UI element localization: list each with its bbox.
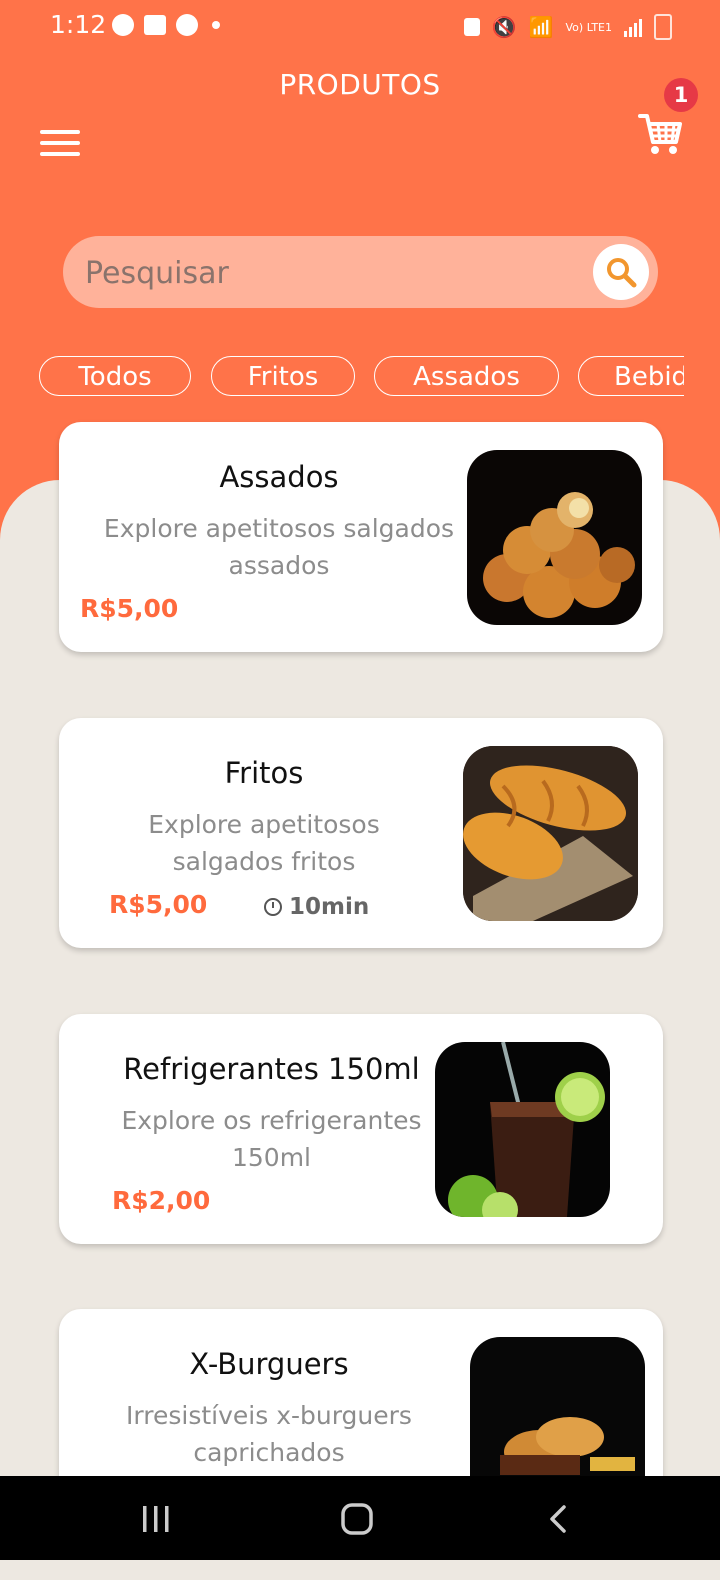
signal-icon — [624, 17, 642, 37]
wifi-icon: 📶 — [528, 15, 554, 39]
recent-apps-button[interactable] — [140, 1504, 172, 1534]
battery-icon — [654, 14, 672, 40]
product-description: Explore apetitosos salgados assados — [103, 514, 455, 580]
chip-todos[interactable]: Todos — [39, 356, 191, 396]
back-button[interactable] — [546, 1504, 570, 1534]
product-image — [467, 450, 642, 625]
mute-icon: 🔇 — [491, 15, 517, 39]
network-label: Vo) LTE1 — [565, 20, 612, 34]
more-notifications-icon — [212, 21, 220, 29]
app-notification-icon — [112, 14, 134, 36]
chip-bebidas[interactable]: Bebidas — [578, 356, 684, 396]
status-time: 1:12 — [50, 10, 107, 39]
product-name: Refrigerantes 150ml — [123, 1052, 420, 1086]
product-price: R$2,00 — [112, 1186, 211, 1215]
search-input[interactable] — [83, 246, 567, 300]
menu-icon — [40, 130, 80, 134]
page-title: PRODUTOS — [279, 68, 441, 101]
search-button[interactable] — [593, 244, 649, 300]
product-card-assados[interactable]: Assados Explore apetitosos salgados assa… — [59, 422, 663, 652]
product-name: Assados — [219, 460, 339, 494]
product-name: Fritos — [224, 756, 304, 790]
clock-icon — [264, 898, 282, 916]
product-card-fritos[interactable]: Fritos Explore apetitosos salgados frito… — [59, 718, 663, 948]
product-image — [463, 746, 638, 921]
product-description: Irresistíveis x-burguers caprichados — [126, 1401, 412, 1467]
product-card-refrigerantes[interactable]: Refrigerantes 150ml Explore os refrigera… — [59, 1014, 663, 1244]
product-name: X-Burguers — [189, 1347, 349, 1381]
chip-assados[interactable]: Assados — [374, 356, 559, 396]
product-description: Explore apetitosos salgados fritos — [148, 810, 380, 876]
cart-count-badge: 1 — [664, 78, 698, 112]
cart-icon — [638, 114, 682, 154]
category-chips: Todos Fritos Assados Bebidas — [39, 356, 684, 400]
prep-time: 10min — [263, 894, 369, 920]
home-button[interactable] — [340, 1502, 374, 1536]
product-price: R$5,00 — [80, 594, 179, 623]
system-nav-bar — [0, 1476, 720, 1560]
cart-button[interactable] — [636, 110, 684, 158]
gallery-notification-icon — [144, 15, 166, 35]
chip-fritos[interactable]: Fritos — [211, 356, 355, 396]
search-bar — [63, 236, 658, 308]
product-description: Explore os refrigerantes 150ml — [121, 1106, 422, 1172]
search-icon — [607, 258, 637, 288]
product-image — [435, 1042, 610, 1217]
menu-button[interactable] — [40, 130, 80, 160]
status-bar: 1:12 🔇 📶 Vo) LTE1 — [0, 0, 720, 52]
alarm-icon — [463, 18, 480, 36]
sync-notification-icon — [176, 14, 198, 36]
product-price: R$5,00 — [109, 890, 208, 919]
